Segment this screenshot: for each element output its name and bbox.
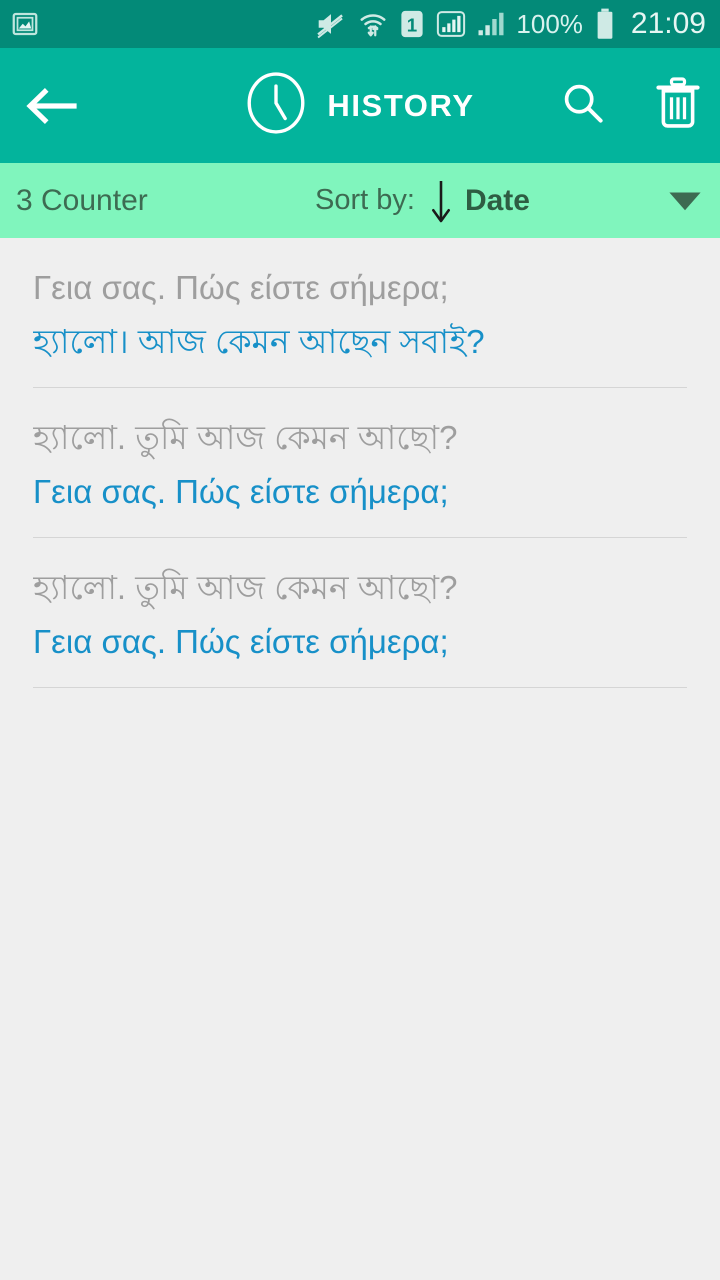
- translation-target-text: হ্যালো। আজ কেমন আছেন সবাই?: [33, 322, 485, 360]
- back-button[interactable]: [6, 85, 102, 127]
- status-bar-right: 1 100% 21:09: [315, 7, 706, 41]
- signal-bars-boxed-icon: [436, 9, 466, 39]
- clock-icon: [245, 72, 307, 139]
- list-divider: [33, 687, 687, 689]
- page-title: HISTORY: [327, 87, 475, 123]
- sort-by-label: Sort by:: [315, 184, 415, 216]
- status-bar-left: [10, 9, 40, 39]
- list-item[interactable]: Γεια σας. Πώς είστε σήμερα; হ্যালো। আজ ক…: [0, 238, 720, 387]
- sort-control[interactable]: Sort by: Date: [315, 178, 530, 224]
- translation-source-text: হ্যালো. তুমি আজ কেমন আছো?: [33, 569, 458, 607]
- translation-source-text: Γεια σας. Πώς είστε σήμερα;: [33, 269, 449, 306]
- list-item[interactable]: হ্যালো. তুমি আজ কেমন আছো? Γεια σας. Πώς …: [0, 538, 720, 687]
- caret-down-icon[interactable]: [668, 190, 702, 212]
- counter-label: 3 Counter: [16, 183, 148, 217]
- screenshot-image-icon: [10, 9, 40, 39]
- translation-target-text: Γεια σας. Πώς είστε σήμερα;: [33, 472, 449, 510]
- action-bar-actions: [560, 48, 702, 163]
- history-list: Γεια σας. Πώς είστε σήμερα; হ্যালো। আজ ক…: [0, 238, 720, 689]
- history-screen: 1 100% 21:09 HISTORY 3 Counter Sort by: …: [0, 0, 720, 1280]
- sort-value-label: Date: [464, 183, 530, 217]
- arrow-down-icon[interactable]: [431, 178, 451, 224]
- battery-percent-label: 100%: [516, 8, 583, 39]
- status-bar-clock: 21:09: [630, 7, 706, 40]
- trash-icon[interactable]: [654, 77, 702, 134]
- svg-text:1: 1: [407, 15, 417, 36]
- sim-1-icon: 1: [399, 9, 425, 39]
- list-item[interactable]: হ্যালো. তুমি আজ কেমন আছো? Γεια σας. Πώς …: [0, 388, 720, 537]
- sort-bar: 3 Counter Sort by: Date: [0, 163, 720, 238]
- wifi-transfer-icon: [358, 9, 388, 39]
- translation-source-text: হ্যালো. তুমি আজ কেমন আছো?: [33, 419, 458, 457]
- status-bar: 1 100% 21:09: [0, 0, 720, 48]
- search-icon[interactable]: [560, 80, 606, 131]
- translation-target-text: Γεια σας. Πώς είστε σήμερα;: [33, 622, 449, 660]
- battery-full-icon: [594, 8, 616, 40]
- signal-bars-icon: [477, 9, 505, 39]
- action-bar: HISTORY: [0, 48, 720, 163]
- mute-icon: [315, 9, 347, 39]
